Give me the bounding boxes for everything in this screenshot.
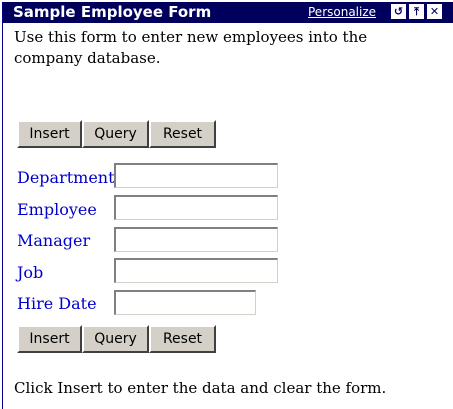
- employee-form-portlet: Sample Employee Form Personalize ↺ ⤒ ✕ U…: [2, 2, 453, 409]
- hire-date-label: Hire Date: [17, 294, 97, 313]
- department-label: Department: [17, 168, 115, 187]
- department-field[interactable]: [114, 163, 278, 188]
- hire-date-field[interactable]: [114, 290, 256, 315]
- manager-label: Manager: [17, 231, 91, 250]
- query-button[interactable]: Query: [82, 120, 149, 148]
- personalize-link[interactable]: Personalize: [308, 5, 376, 19]
- form-instructions: Use this form to enter new employees int…: [14, 28, 368, 67]
- portlet-title: Sample Employee Form: [13, 3, 212, 21]
- job-field[interactable]: [114, 258, 278, 283]
- portlet-titlebar: Sample Employee Form Personalize ↺ ⤒ ✕: [3, 2, 453, 23]
- employee-field[interactable]: [114, 195, 278, 220]
- close-icon[interactable]: ✕: [427, 4, 442, 19]
- insert-button[interactable]: Insert: [17, 325, 82, 353]
- refresh-icon[interactable]: ↺: [391, 4, 406, 19]
- job-label: Job: [17, 263, 44, 282]
- reset-button[interactable]: Reset: [149, 325, 216, 353]
- insert-button[interactable]: Insert: [17, 120, 82, 148]
- reset-button[interactable]: Reset: [149, 120, 216, 148]
- form-footer-note: Click Insert to enter the data and clear…: [14, 379, 387, 397]
- employee-label: Employee: [17, 200, 97, 219]
- pin-icon[interactable]: ⤒: [409, 4, 424, 19]
- manager-field[interactable]: [114, 227, 278, 252]
- query-button[interactable]: Query: [82, 325, 149, 353]
